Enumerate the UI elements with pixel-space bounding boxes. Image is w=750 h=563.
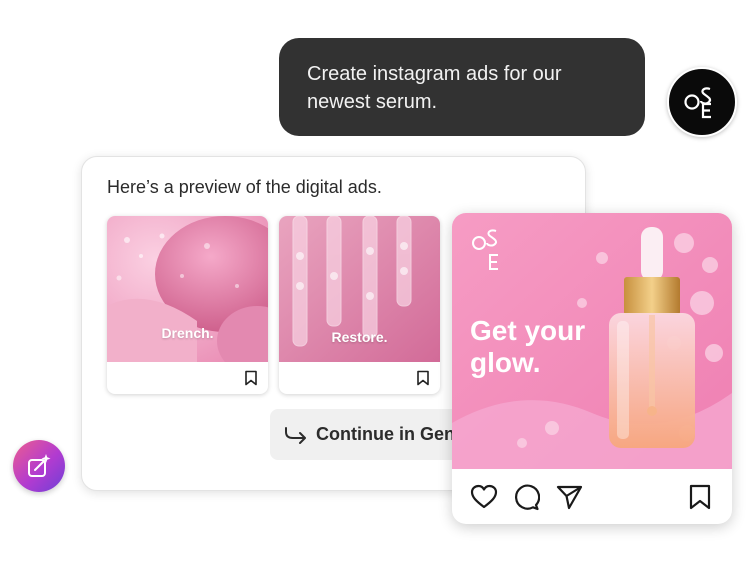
instagram-post-preview: Get your glow.	[452, 213, 732, 524]
user-message-bubble: Create instagram ads for our newest seru…	[279, 38, 645, 136]
heart-icon[interactable]	[470, 483, 498, 511]
ad-caption: Restore.	[331, 329, 388, 345]
sparkle-edit-icon	[28, 454, 51, 477]
assistant-message-text: Here’s a preview of the digital ads.	[107, 177, 382, 197]
arrow-turn-right-icon	[285, 426, 306, 444]
send-icon[interactable]	[555, 483, 583, 511]
generative-ai-fab[interactable]	[13, 440, 65, 492]
ad-caption: Drench.	[161, 325, 214, 341]
bookmark-icon[interactable]	[244, 370, 258, 386]
bookmark-icon[interactable]	[416, 370, 430, 386]
user-message-text: Create instagram ads for our newest seru…	[307, 63, 562, 113]
ad-preview-restore[interactable]: Restore.	[279, 216, 440, 394]
bookmark-icon[interactable]	[686, 483, 714, 511]
instagram-post-headline: Get your glow.	[470, 315, 586, 378]
instagram-post-image: Get your glow.	[452, 213, 732, 469]
ad-preview-drench[interactable]: Drench.	[107, 216, 268, 394]
user-avatar	[667, 67, 737, 137]
ose-logo-icon	[684, 87, 712, 119]
comment-icon[interactable]	[512, 483, 540, 511]
instagram-action-bar	[452, 469, 732, 524]
